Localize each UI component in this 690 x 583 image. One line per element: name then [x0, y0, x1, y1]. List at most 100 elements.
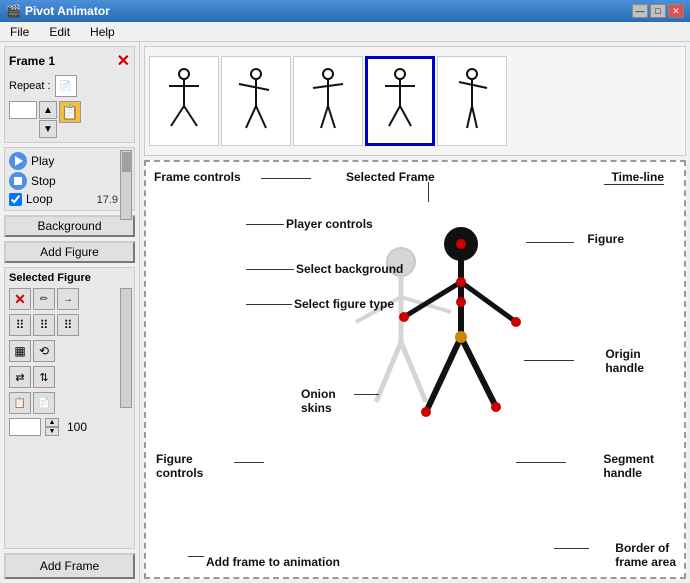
- frame-row: Frame 1 ✕: [9, 51, 130, 71]
- grid-tool-2[interactable]: ⠿: [33, 314, 55, 336]
- line-figure: [526, 242, 574, 243]
- stop-square-icon: [14, 177, 22, 185]
- annotation-figure-controls: Figure controls: [156, 452, 203, 480]
- play-button[interactable]: Play: [9, 152, 54, 170]
- repeat-spin-down[interactable]: ▼: [39, 120, 57, 138]
- grid-tool-1[interactable]: ⠿: [9, 314, 31, 336]
- main-layout: Frame 1 ✕ Repeat : 📄 ▲ ▼ 📋: [0, 42, 690, 583]
- width-input[interactable]: 100: [9, 418, 41, 436]
- paste-fig-button[interactable]: 📄: [33, 392, 55, 414]
- fig-tools-row2: ⠿ ⠿ ⠿: [9, 314, 130, 336]
- timeline-strip: [144, 46, 686, 156]
- line-select-background: [246, 269, 294, 270]
- main-figure: [386, 222, 546, 465]
- line-segment-handle: [516, 462, 566, 463]
- player-section: Play Stop Loop 17.9: [4, 147, 135, 211]
- fps-display: 17.9: [97, 194, 118, 206]
- title-bar: 🎬 Pivot Animator — □ ✕: [0, 0, 690, 22]
- height-display: 100: [67, 420, 87, 434]
- maximize-button[interactable]: □: [650, 4, 666, 18]
- width-spin-down[interactable]: ▼: [45, 427, 59, 436]
- add-figure-button[interactable]: Add Figure: [4, 241, 135, 263]
- left-panel: Frame 1 ✕ Repeat : 📄 ▲ ▼ 📋: [0, 42, 140, 583]
- delete-frame-button[interactable]: ✕: [117, 51, 130, 71]
- frame-section: Frame 1 ✕ Repeat : 📄 ▲ ▼ 📋: [4, 46, 135, 143]
- annotation-selected-frame: Selected Frame: [346, 170, 435, 184]
- frame-thumb-3[interactable]: [293, 56, 363, 146]
- line-origin-handle: [524, 360, 574, 361]
- fig-tools-row5: 📋 📄: [9, 392, 130, 414]
- minimize-button[interactable]: —: [632, 4, 648, 18]
- main-figure-svg: [386, 222, 546, 462]
- annotation-select-background: Select background: [296, 262, 403, 276]
- sel-fig-scroll[interactable]: [120, 288, 132, 408]
- annotation-origin-handle: Origin handle: [605, 347, 644, 375]
- annotation-onion-skins: Onion skins: [301, 387, 336, 415]
- menu-bar: File Edit Help: [0, 22, 690, 42]
- size-row: 100 ▲ ▼ 100: [9, 418, 130, 436]
- selected-figure-section: Selected Figure ✕ ✏ → ⠿ ⠿ ⠿ ▦ ⟲ ⇄ ⇅ 📋: [4, 267, 135, 549]
- player-scroll[interactable]: [120, 150, 132, 220]
- stop-label: Stop: [31, 174, 56, 188]
- fig-tools-row3: ▦ ⟲: [9, 340, 130, 362]
- line-select-figure-type: [246, 304, 292, 305]
- play-row: Play: [9, 152, 130, 170]
- repeat-spin-up[interactable]: ▲: [39, 101, 57, 119]
- grid-tool-3[interactable]: ⠿: [57, 314, 79, 336]
- flip-v-button[interactable]: ⇅: [33, 366, 55, 388]
- line-border: [554, 548, 589, 549]
- title-bar-buttons: — □ ✕: [632, 4, 684, 18]
- stop-row: Stop: [9, 172, 130, 190]
- frame-thumb-svg-1: [159, 66, 209, 136]
- line-onion-skins: [354, 394, 379, 395]
- stop-button[interactable]: Stop: [9, 172, 56, 190]
- line-add-frame: [188, 556, 204, 557]
- loop-label: Loop: [26, 192, 53, 206]
- play-icon: [9, 152, 27, 170]
- stop-icon: [9, 172, 27, 190]
- selected-figure-label: Selected Figure: [9, 272, 130, 284]
- add-frame-button[interactable]: Add Frame: [4, 553, 135, 579]
- edit-figure-button[interactable]: ✏: [33, 288, 55, 310]
- frame-thumb-5[interactable]: [437, 56, 507, 146]
- frame-thumb-2[interactable]: [221, 56, 291, 146]
- grid-tool-5[interactable]: ⟲: [33, 340, 55, 362]
- copy-frame-button[interactable]: 📄: [55, 75, 77, 97]
- repeat-row: Repeat : 📄: [9, 75, 130, 97]
- frame-thumb-1[interactable]: [149, 56, 219, 146]
- line-timeline: [604, 184, 664, 185]
- app-title: Pivot Animator: [25, 4, 110, 18]
- fig-tools-row4: ⇄ ⇅: [9, 366, 130, 388]
- app-icon: 🎬: [6, 4, 21, 18]
- annotation-add-frame: Add frame to animation: [206, 555, 340, 569]
- menu-file[interactable]: File: [4, 23, 35, 41]
- play-triangle-icon: [15, 156, 23, 166]
- repeat-input[interactable]: [9, 101, 37, 119]
- frame-area: Frame controls Selected Frame Time-line …: [144, 160, 686, 579]
- menu-help[interactable]: Help: [84, 23, 121, 41]
- frame-thumb-svg-2: [231, 66, 281, 136]
- flip-h-button[interactable]: ⇄: [9, 366, 31, 388]
- grid-tool-4[interactable]: ▦: [9, 340, 31, 362]
- background-button[interactable]: Background: [4, 215, 135, 237]
- move-figure-button[interactable]: →: [57, 288, 79, 310]
- width-spin: ▲ ▼: [45, 418, 59, 436]
- play-label: Play: [31, 154, 54, 168]
- scroll-thumb: [122, 152, 132, 172]
- line-selected-frame: [428, 182, 429, 202]
- frame-thumb-svg-5: [447, 66, 497, 136]
- frame-label: Frame 1: [9, 54, 55, 68]
- frame-thumb-4[interactable]: [365, 56, 435, 146]
- width-spin-up[interactable]: ▲: [45, 418, 59, 427]
- annotation-timeline: Time-line: [612, 170, 664, 184]
- frame-icon[interactable]: 📋: [59, 101, 81, 123]
- line-frame-controls: [261, 178, 311, 179]
- line-figure-controls: [234, 462, 264, 463]
- menu-edit[interactable]: Edit: [43, 23, 76, 41]
- close-button[interactable]: ✕: [668, 4, 684, 18]
- delete-figure-button[interactable]: ✕: [9, 288, 31, 310]
- loop-checkbox[interactable]: [9, 193, 22, 206]
- annotation-player-controls: Player controls: [286, 217, 373, 231]
- title-bar-left: 🎬 Pivot Animator: [6, 4, 110, 18]
- copy-fig-button[interactable]: 📋: [9, 392, 31, 414]
